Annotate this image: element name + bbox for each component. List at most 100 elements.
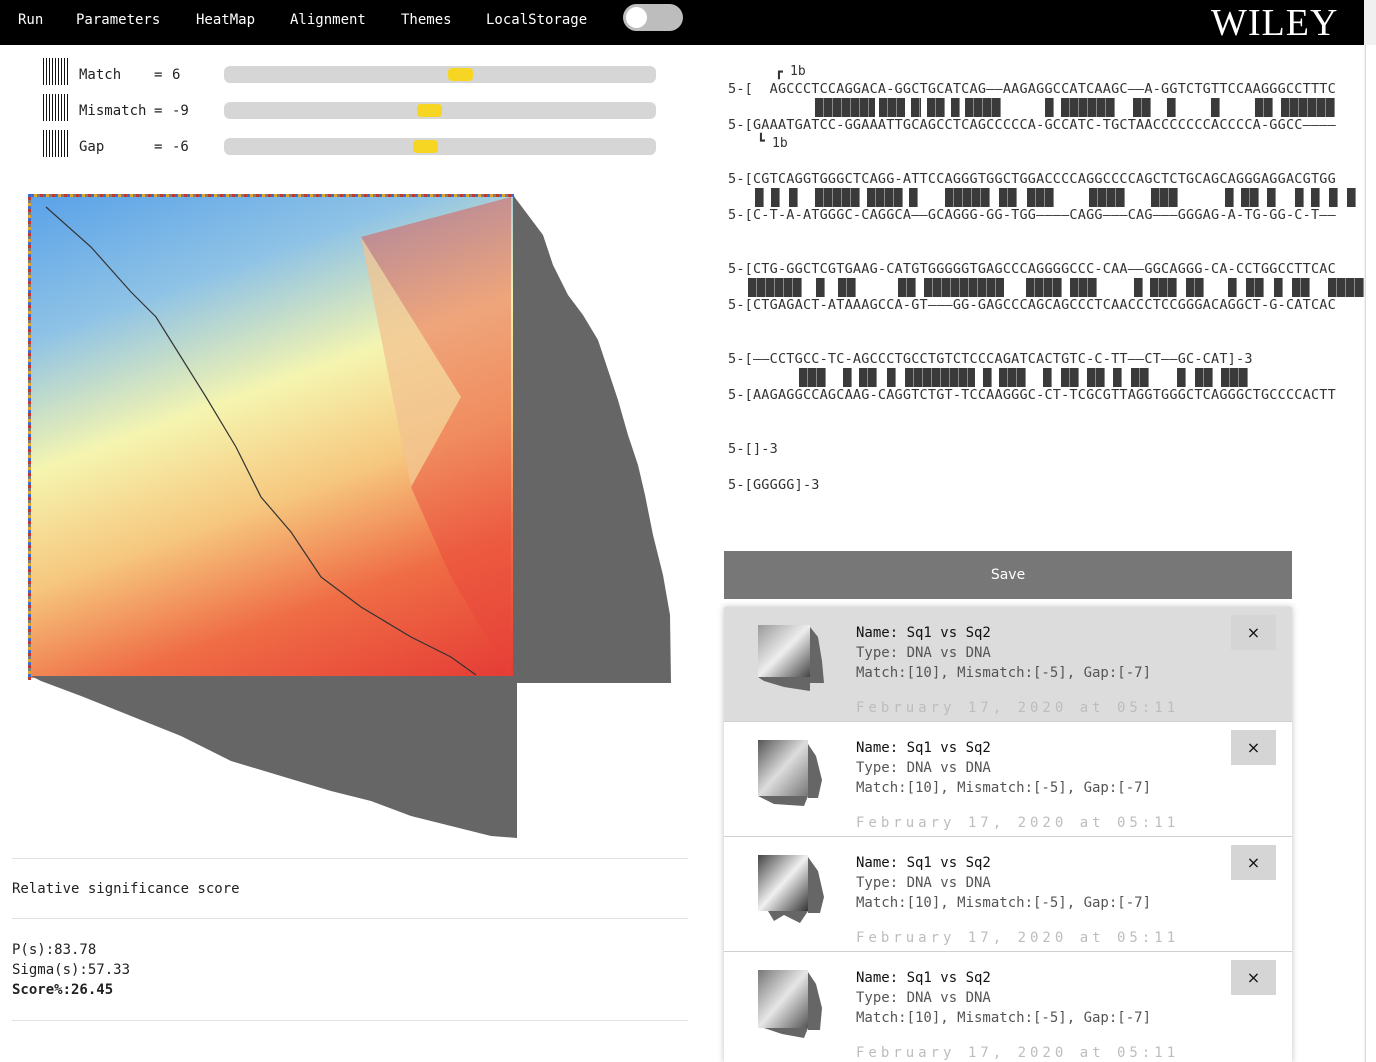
match-bar (1089, 188, 1125, 207)
delete-saved-button[interactable]: × (1231, 730, 1276, 765)
scrollbar-thumb[interactable] (1365, 45, 1376, 1062)
saved-item-params: Match:[10], Mismatch:[-5], Gap:[-7] (856, 1010, 1152, 1026)
sigma-value: Sigma(s):57.33 (12, 962, 131, 978)
match-bar (1131, 368, 1149, 387)
match-bar (1329, 188, 1338, 207)
match-bar (879, 98, 905, 117)
stats-divider-middle (12, 918, 688, 919)
match-bar (1045, 98, 1054, 117)
mismatch-slider[interactable] (224, 102, 656, 119)
match-bar (1061, 368, 1079, 387)
score-value: Score%:26.45 (12, 982, 114, 998)
saved-item[interactable]: Name: Sq1 vs Sq2 Type: DNA vs DNA Match:… (724, 607, 1292, 722)
menu-heatmap[interactable]: HeatMap (196, 12, 255, 28)
menu-themes[interactable]: Themes (401, 12, 452, 28)
menu-localstorage[interactable]: LocalStorage (486, 12, 587, 28)
match-bar (1177, 368, 1186, 387)
saved-heatmap-thumbnail (758, 970, 822, 1038)
match-bar (1267, 188, 1276, 207)
match-label: Match (79, 67, 122, 83)
match-bar (789, 188, 798, 207)
brand-logo: WILEY (1211, 2, 1339, 44)
saved-item-name: Name: Sq1 vs Sq2 (856, 855, 991, 871)
saved-item-params: Match:[10], Mismatch:[-5], Gap:[-7] (856, 780, 1152, 796)
match-bar (1027, 188, 1054, 207)
saved-item-date: February 17, 2020 at 05:11 (856, 815, 1180, 831)
match-bar (859, 368, 877, 387)
alignment-heatmap[interactable] (31, 197, 513, 678)
menu-run[interactable]: Run (18, 12, 43, 28)
match-bar (1221, 368, 1248, 387)
sequence-1-line: 5-[CGTCAGGTGGGCTCAGG-ATTCCAGGGTGGCTGGACC… (728, 171, 1336, 187)
sequence-1-line: 5-[——CCTGCC-TC-AGCCCTGCCTGTCTCCCAGATCACT… (728, 351, 1253, 367)
toggle-knob (626, 7, 647, 28)
match-bar (755, 188, 764, 207)
alignment-row-1b: 5-[GAAATGATCC-GGAAATTGCAGCCTCAGCCCCCA-GC… (728, 117, 1364, 137)
sequence-2-line: 5-[GAAATGATCC-GGAAATTGCAGCCTCAGCCCCCA-GC… (728, 117, 1336, 133)
match-bar (951, 98, 960, 117)
delete-saved-button[interactable]: × (1231, 845, 1276, 880)
match-bar (1295, 188, 1304, 207)
match-bar (1167, 98, 1176, 117)
saved-item-type: Type: DNA vs DNA (856, 645, 991, 661)
match-bar (1211, 98, 1220, 117)
sequence-2-line: 5-[CTGAGACT-ATAAAGCCA-GT———GG-GAGCCCAGCA… (728, 297, 1336, 313)
gap-barcode-icon (43, 130, 70, 157)
match-bar (1133, 98, 1151, 117)
match-bar (1274, 278, 1283, 297)
saved-item[interactable]: Name: Sq1 vs Sq2 Type: DNA vs DNA Match:… (724, 952, 1292, 1062)
mismatch-slider-thumb[interactable] (417, 104, 442, 117)
saved-item-type: Type: DNA vs DNA (856, 760, 991, 776)
row-score-profile (513, 195, 671, 683)
column-score-profile (31, 676, 517, 838)
match-slider-thumb[interactable] (448, 68, 473, 81)
saved-item[interactable]: Name: Sq1 vs Sq2 Type: DNA vs DNA Match:… (724, 837, 1292, 952)
match-bar (1246, 278, 1264, 297)
page-scrollbar[interactable] (1364, 0, 1376, 1062)
match-bar (1328, 278, 1364, 297)
match-bar (1070, 278, 1097, 297)
match-bar (905, 368, 975, 387)
saved-item-params: Match:[10], Mismatch:[-5], Gap:[-7] (856, 665, 1152, 681)
delete-saved-button[interactable]: × (1231, 615, 1276, 650)
match-bar (909, 188, 918, 207)
gap-slider-thumb[interactable] (413, 140, 438, 153)
match-bar (771, 188, 780, 207)
match-bar (1150, 278, 1177, 297)
saved-item-name: Name: Sq1 vs Sq2 (856, 970, 991, 986)
gap-equals: = (154, 139, 163, 155)
theme-toggle[interactable] (623, 4, 683, 31)
match-barcode-icon (43, 58, 70, 85)
match-bar (1061, 98, 1115, 117)
match-bar (867, 188, 903, 207)
match-bar (965, 98, 1001, 117)
match-bar (945, 188, 990, 207)
match-bar (1347, 188, 1356, 207)
menu-alignment[interactable]: Alignment (290, 12, 366, 28)
match-bar (1026, 278, 1062, 297)
match-bar (927, 98, 945, 117)
match-bar (1043, 368, 1052, 387)
saved-item-date: February 17, 2020 at 05:11 (856, 700, 1180, 716)
empty-sequence-line: 5-[]-3 (728, 441, 778, 457)
match-bar (815, 98, 875, 117)
match-bar (924, 278, 1004, 297)
match-bar (1151, 188, 1178, 207)
top-marker-bracket-icon: ┏ (775, 65, 783, 80)
menu-parameters[interactable]: Parameters (76, 12, 160, 28)
match-slider[interactable] (224, 66, 656, 83)
sequence-2-line: 5-[AAGAGGCCAGCAAG-CAGGTCTGT-TCCAAGGGC-CT… (728, 387, 1336, 403)
saved-item[interactable]: Name: Sq1 vs Sq2 Type: DNA vs DNA Match:… (724, 722, 1292, 837)
delete-saved-button[interactable]: × (1231, 960, 1276, 995)
top-marker-label: 1b (790, 64, 806, 79)
gap-slider[interactable] (224, 138, 656, 155)
alignment-row-4b: 5-[AAGAGGCCAGCAAG-CAGGTCTGT-TCCAAGGGC-CT… (728, 387, 1364, 407)
match-bar (1195, 368, 1213, 387)
save-button[interactable]: Save (724, 551, 1292, 599)
match-bar (748, 278, 802, 297)
match-bar (1228, 278, 1237, 297)
match-bar (816, 278, 825, 297)
heatmap-overlay (45, 197, 511, 677)
saved-heatmap-thumbnail (758, 855, 824, 923)
alignment-row-3b: 5-[CTGAGACT-ATAAAGCCA-GT———GG-GAGCCCAGCA… (728, 297, 1364, 317)
